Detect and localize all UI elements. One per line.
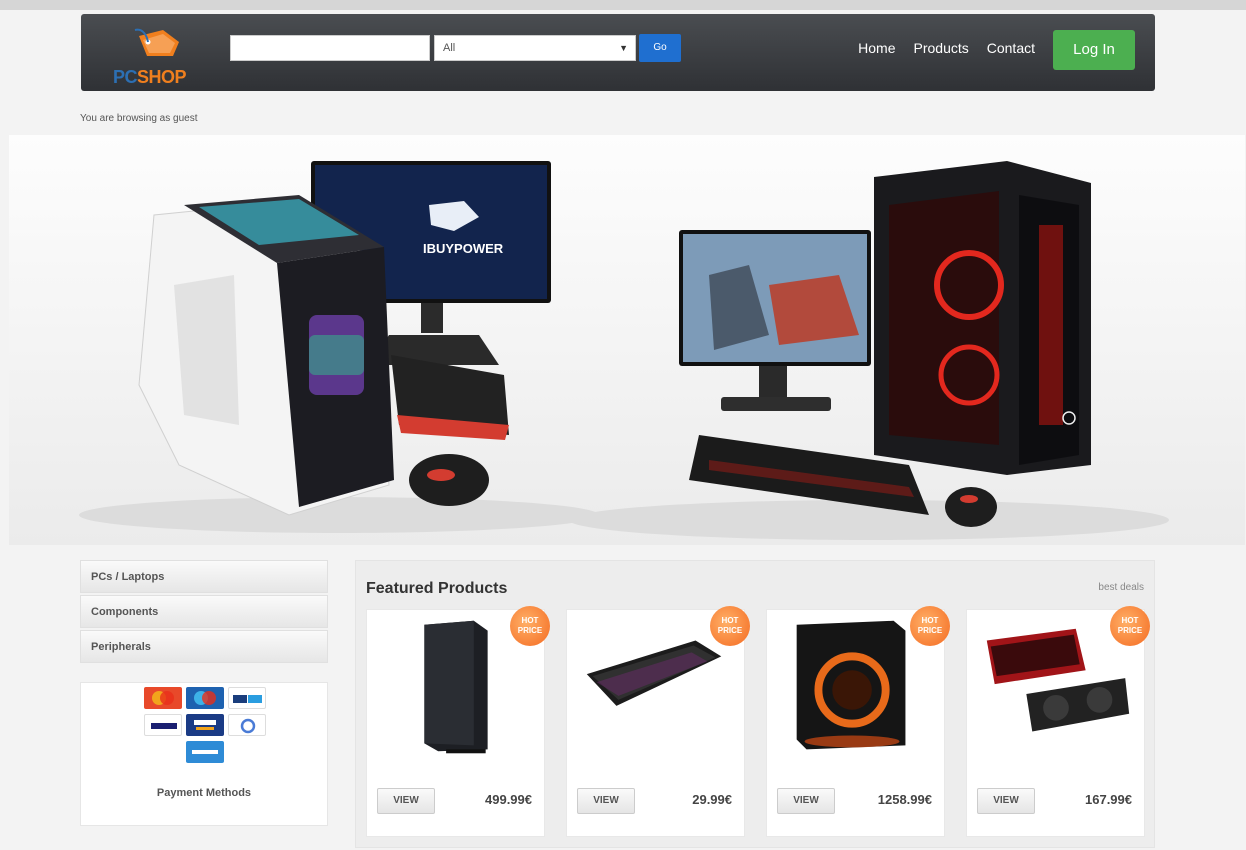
hero-pc-illustration: IBUYPOWER — [79, 161, 1169, 540]
product-card[interactable]: HOT PRICE VIEW 499.99€ — [366, 606, 550, 837]
sidebar-item-peripherals[interactable]: Peripherals — [80, 630, 328, 663]
browser-top-strip — [0, 0, 1246, 10]
view-button[interactable]: VIEW — [777, 788, 835, 814]
view-button[interactable]: VIEW — [377, 788, 435, 814]
logo-wordmark: PCSHOP — [113, 67, 187, 87]
google-pay-logo — [228, 714, 266, 736]
price-tag-icon — [134, 28, 179, 56]
product-price: 167.99€ — [1085, 792, 1132, 807]
hot-price-badge: HOT PRICE — [510, 606, 550, 646]
chevron-down-icon: ▼ — [619, 43, 628, 53]
visa-logo — [144, 714, 182, 736]
view-button[interactable]: VIEW — [977, 788, 1035, 814]
hot-price-badge: HOT PRICE — [910, 606, 950, 646]
best-deals-link[interactable]: best deals — [1098, 582, 1144, 593]
sidebar-item-components[interactable]: Components — [80, 595, 328, 628]
header-navbar: PCSHOP All ▼ Go Home Products Contact Lo… — [81, 14, 1155, 91]
mastercard-logo — [144, 687, 182, 709]
login-button[interactable]: Log In — [1053, 30, 1135, 70]
payment-methods-label: Payment Methods — [156, 787, 252, 799]
main-nav: Home Products Contact — [858, 40, 1035, 56]
product-card[interactable]: HOT PRICE VIEW 1258.99€ — [766, 606, 950, 837]
search-input[interactable] — [230, 35, 430, 61]
payment-methods-box: Payment Methods — [80, 682, 328, 826]
hot-price-badge: HOT PRICE — [710, 606, 750, 646]
paypal-logo — [228, 687, 266, 709]
hero-banner: IBUYPOWER — [9, 135, 1245, 545]
guest-status-text: You are browsing as guest — [80, 113, 198, 124]
nav-home[interactable]: Home — [858, 40, 895, 56]
category-select[interactable]: All ▼ — [434, 35, 636, 61]
nav-contact[interactable]: Contact — [987, 40, 1035, 56]
product-card[interactable]: HOT PRICE VIEW 29.99€ — [566, 606, 750, 837]
featured-products-panel: Featured Products best deals HOT PRICE V… — [355, 560, 1155, 848]
pcshop-logo[interactable]: PCSHOP — [103, 22, 203, 87]
hot-price-badge: HOT PRICE — [1110, 606, 1150, 646]
view-button[interactable]: VIEW — [577, 788, 635, 814]
maestro-logo — [186, 687, 224, 709]
product-price: 1258.99€ — [877, 792, 932, 807]
featured-title: Featured Products — [366, 580, 508, 597]
category-sidebar: PCs / Laptops Components Peripherals — [80, 560, 328, 665]
nav-products[interactable]: Products — [914, 40, 969, 56]
american-express-logo — [186, 741, 224, 763]
product-price: 29.99€ — [692, 792, 732, 807]
visa-electron-logo — [186, 714, 224, 736]
category-selected-value: All — [443, 42, 456, 54]
monitor-brand-label: IBUYPOWER — [423, 241, 504, 256]
search-go-button[interactable]: Go — [639, 34, 681, 62]
product-card[interactable]: HOT PRICE VIEW 167.99€ — [966, 606, 1150, 837]
sidebar-item-pcs-laptops[interactable]: PCs / Laptops — [80, 560, 328, 593]
product-price: 499.99€ — [485, 792, 532, 807]
